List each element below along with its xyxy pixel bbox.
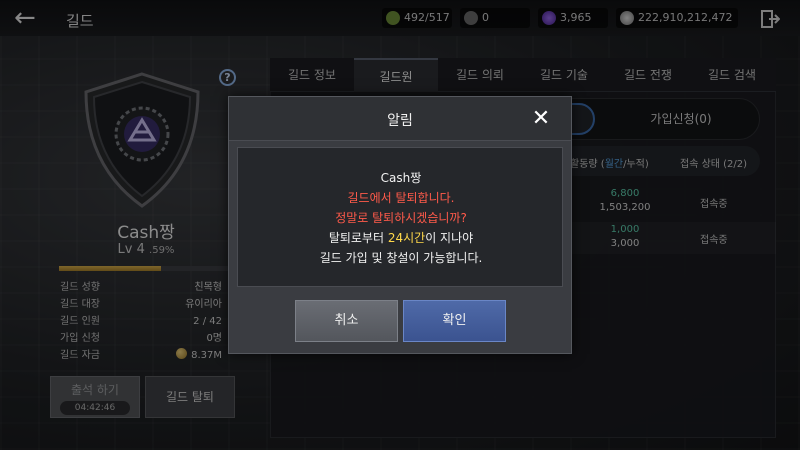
message-rejoin: 길드 가입 및 창설이 가능합니다.	[319, 251, 483, 265]
confirm-dialog: 알림 ✕ Cash짱 길드에서 탈퇴합니다. 정말로 탈퇴하시겠습니까? 탈퇴로…	[228, 96, 572, 354]
message-confirm: 정말로 탈퇴하시겠습니까?	[335, 211, 467, 225]
dialog-title: 알림	[387, 113, 413, 129]
message-guild-name: Cash짱	[380, 171, 422, 185]
message-leave: 길드에서 탈퇴합니다.	[347, 191, 455, 205]
cooldown-prefix: 탈퇴로부터	[328, 231, 388, 245]
cooldown-duration: 24시간	[387, 231, 426, 245]
dialog-message: Cash짱 길드에서 탈퇴합니다. 정말로 탈퇴하시겠습니까? 탈퇴로부터 24…	[237, 147, 563, 287]
message-cooldown: 탈퇴로부터 24시간이 지나야	[238, 229, 564, 246]
cancel-button[interactable]: 취소	[295, 300, 398, 342]
cooldown-suffix: 이 지나야	[425, 231, 474, 245]
confirm-button[interactable]: 확인	[403, 300, 506, 342]
close-icon[interactable]: ✕	[530, 108, 552, 131]
dialog-header: 알림 ✕	[229, 97, 571, 141]
